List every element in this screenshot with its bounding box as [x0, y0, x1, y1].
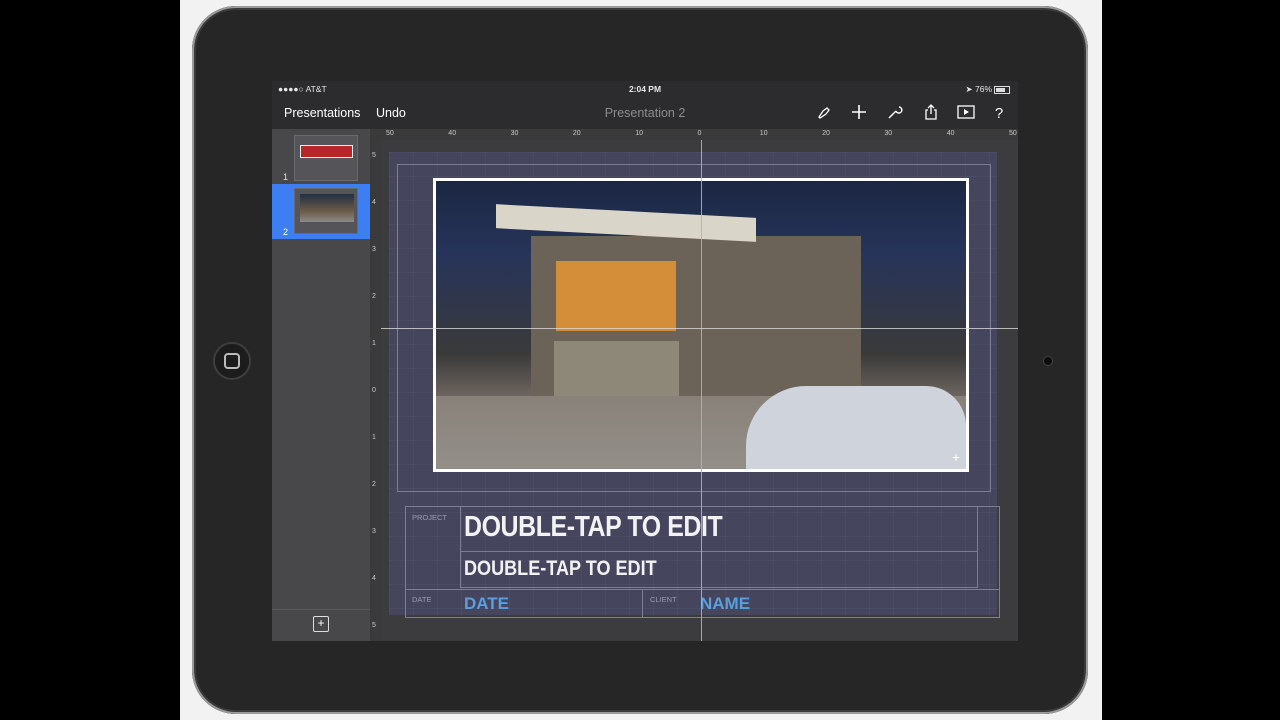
ruler-tick: 4 [372, 575, 376, 582]
ruler-tick: 1 [372, 340, 376, 347]
slide-number: 1 [283, 172, 289, 182]
document-title: Presentation 2 [604, 106, 686, 120]
slide-preview [294, 188, 358, 234]
slide-preview [294, 135, 358, 181]
ruler-tick: 3 [372, 528, 376, 535]
ruler-tick: 30 [510, 130, 519, 137]
ruler-tick: 50 [386, 130, 394, 137]
client-label: CLIENT [650, 595, 677, 604]
photo-preview [300, 194, 354, 222]
divider [272, 609, 370, 610]
ruler-tick: 1 [372, 434, 376, 441]
plus-icon[interactable] [849, 104, 869, 124]
status-bar: ●●●●○ AT&T 2:04 PM ➤ 76% [272, 81, 1018, 98]
slide[interactable]: + PROJECT DOUBLE-TAP TO EDIT DOUBLE-TAP … [389, 152, 1000, 618]
status-right: ➤ 76% [966, 84, 1010, 95]
slide-navigator: 1 2 + [272, 129, 370, 641]
ruler-tick: 40 [448, 130, 457, 137]
client-value[interactable]: NAME [700, 594, 750, 614]
ruler-tick: 0 [372, 387, 376, 394]
status-time: 2:04 PM [628, 84, 662, 94]
ruler-tick: 3 [372, 246, 376, 253]
help-icon[interactable]: ? [989, 104, 1009, 124]
ruler-tick: 2 [372, 293, 376, 300]
title-placeholder[interactable]: DOUBLE-TAP TO EDIT [464, 511, 723, 544]
title-bar-preview [300, 145, 353, 158]
slide-thumbnail-2[interactable]: 2 [272, 184, 370, 239]
lit-window [556, 261, 676, 331]
horizontal-guide [381, 328, 1018, 329]
left-ruler: 5 4 3 2 1 0 1 2 3 4 5 [370, 140, 381, 641]
ruler-tick: 50 [1009, 130, 1017, 137]
ruler-tick: 2 [372, 481, 376, 488]
battery-icon [994, 85, 1010, 94]
ruler-tick: 5 [372, 152, 376, 159]
ruler-tick: 40 [946, 130, 955, 137]
date-label: DATE [412, 595, 432, 604]
ruler-tick: 0 [697, 130, 702, 137]
divider [642, 589, 643, 617]
ruler-tick: 5 [372, 622, 376, 629]
ruler-tick: 10 [759, 130, 768, 137]
slide-number: 2 [283, 227, 289, 237]
project-label: PROJECT [412, 513, 448, 522]
share-icon[interactable] [921, 104, 941, 124]
ruler-tick: 10 [635, 130, 643, 137]
wrench-icon[interactable] [885, 104, 905, 124]
camera-icon [1043, 356, 1053, 366]
ruler-tick: 30 [884, 130, 893, 137]
battery-percent: 76% [974, 84, 992, 94]
media-plus-icon[interactable]: + [952, 449, 960, 465]
add-slide-button[interactable]: + [313, 616, 329, 632]
title-block: PROJECT DOUBLE-TAP TO EDIT DOUBLE-TAP TO… [405, 506, 1000, 618]
ipad-screen: ●●●●○ AT&T 2:04 PM ➤ 76% Presentations U… [272, 81, 1018, 641]
garage-door [554, 341, 679, 396]
home-button[interactable] [213, 342, 251, 380]
subtitle-placeholder[interactable]: DOUBLE-TAP TO EDIT [464, 557, 657, 581]
vertical-guide [701, 140, 702, 641]
ruler-tick: 20 [572, 130, 581, 137]
ruler-tick: 4 [372, 199, 376, 206]
play-icon[interactable] [956, 104, 976, 124]
slide-thumbnail-1[interactable]: 1 [272, 131, 370, 186]
ruler-tick: 20 [822, 130, 830, 137]
date-value[interactable]: DATE [464, 594, 509, 614]
car [746, 386, 966, 469]
toolbar: Presentations Undo Presentation 2 ? [272, 98, 1018, 129]
top-ruler: 50 40 30 20 10 0 10 20 30 40 50 [370, 129, 1018, 140]
paintbrush-icon[interactable] [814, 104, 834, 124]
slide-canvas: + PROJECT DOUBLE-TAP TO EDIT DOUBLE-TAP … [381, 140, 1018, 641]
